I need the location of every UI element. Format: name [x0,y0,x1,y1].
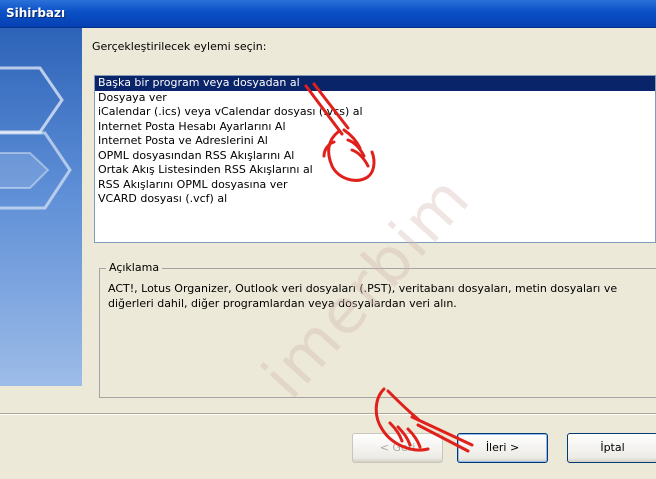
pointing-hand-icon [304,82,376,182]
action-list-item[interactable]: VCARD dosyası (.vcf) al [95,192,655,207]
description-legend: Açıklama [106,261,163,274]
wizard-side-graphic [0,28,82,386]
pointing-hand-icon [374,387,474,453]
cancel-button[interactable]: İptal [567,433,656,463]
window-title: Sihirbazı [6,6,66,20]
title-bar: Sihirbazı [0,0,656,28]
button-separator [0,413,656,415]
arrow-graphic-icon [0,66,72,210]
action-prompt-label: Gerçekleştirilecek eylemi seçin: [92,40,267,53]
